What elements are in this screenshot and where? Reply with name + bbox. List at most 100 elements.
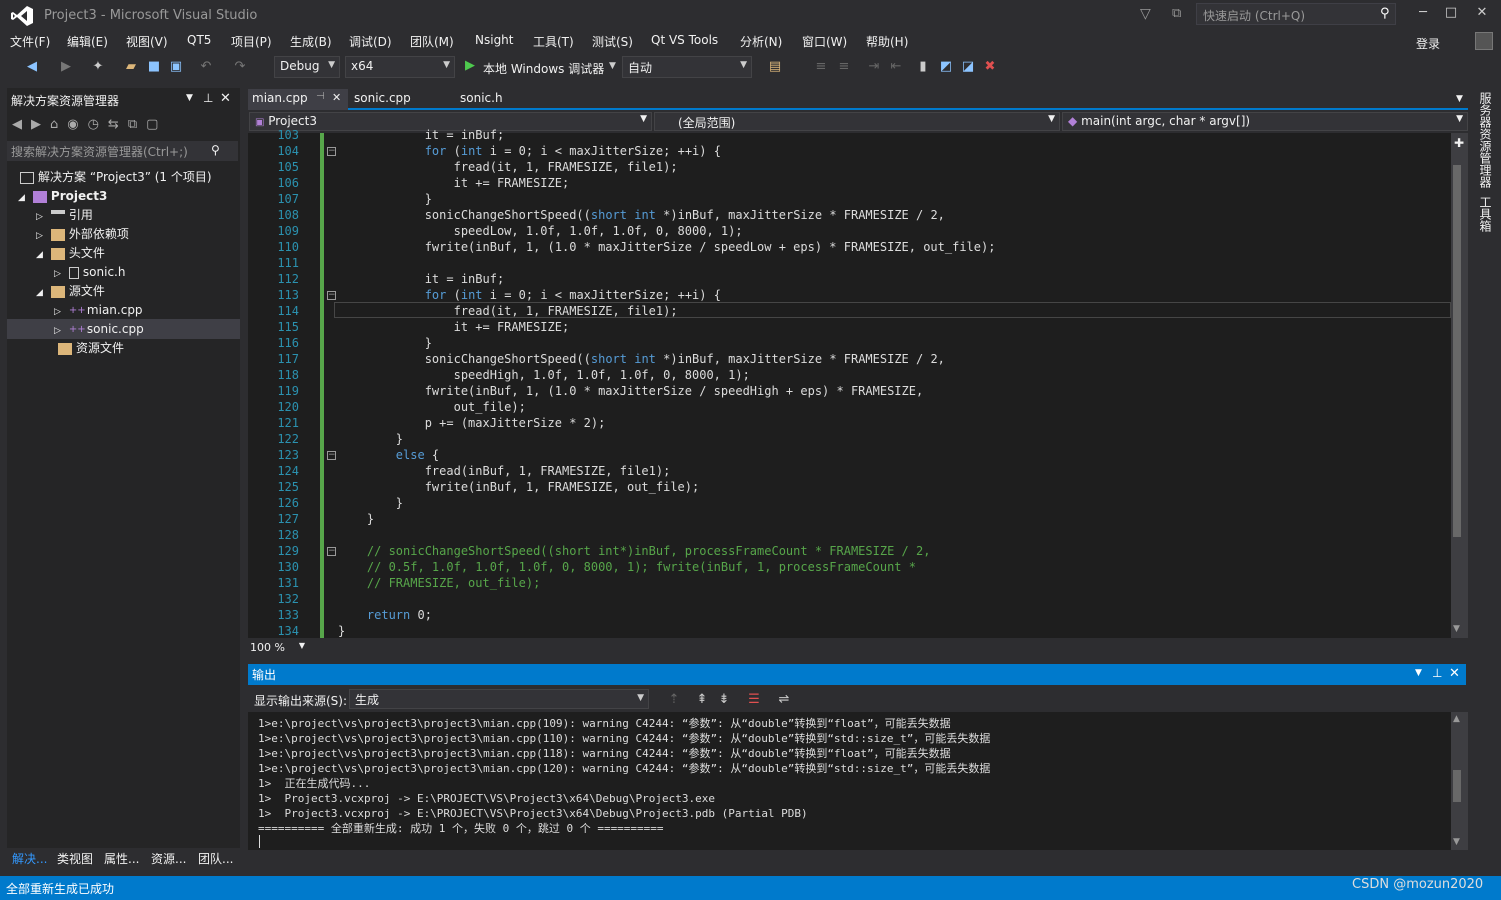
- account-icon[interactable]: [1475, 32, 1493, 50]
- tree-item-sonic-h[interactable]: ▷ sonic.h: [54, 263, 125, 282]
- menu-tools[interactable]: 工具(T): [533, 33, 574, 50]
- solution-search-input[interactable]: 搜索解决方案资源管理器(Ctrl+;): [7, 141, 238, 161]
- menu-test[interactable]: 测试(S): [592, 33, 633, 50]
- pin-icon[interactable]: ⊣: [316, 91, 325, 102]
- comment-icon[interactable]: ≡: [813, 59, 829, 75]
- tab-sonic-h[interactable]: sonic.h: [456, 89, 507, 110]
- pin-icon[interactable]: ⊥: [203, 91, 213, 105]
- next-bookmark-icon[interactable]: ◪: [960, 59, 976, 75]
- menu-debug[interactable]: 调试(D): [349, 33, 392, 50]
- navigate-forward-icon[interactable]: ▶: [58, 59, 74, 75]
- maximize-icon[interactable]: □: [1441, 5, 1461, 23]
- clear-bookmarks-icon[interactable]: ✖: [982, 59, 998, 75]
- menu-nsight[interactable]: Nsight: [475, 33, 514, 47]
- tab-toolbox[interactable]: 工具箱: [1477, 196, 1494, 232]
- search-icon[interactable]: ⚲: [1380, 6, 1390, 21]
- scrollbar-thumb[interactable]: [1453, 165, 1461, 537]
- close-panel-icon[interactable]: ✕: [220, 91, 231, 106]
- uncomment-icon[interactable]: ≡: [836, 59, 852, 75]
- scope-nav-select[interactable]: (全局范围) ▼: [654, 112, 1060, 131]
- fold-toggle-icon[interactable]: −: [327, 291, 336, 300]
- pin-icon[interactable]: ⊥: [1432, 666, 1442, 680]
- start-debug-button[interactable]: 本地 Windows 调试器: [483, 60, 604, 77]
- split-icon[interactable]: ✚: [1454, 136, 1464, 150]
- member-nav-select[interactable]: ◆ main(int argc, char * argv[]) ▼: [1062, 112, 1468, 131]
- solution-configuration-select[interactable]: Debug ▼: [274, 56, 340, 78]
- chevron-down-icon[interactable]: ▼: [186, 93, 193, 103]
- menu-view[interactable]: 视图(V): [126, 33, 168, 50]
- outdent-icon[interactable]: ⇤: [888, 59, 904, 75]
- chevron-down-icon[interactable]: ▼: [609, 61, 616, 71]
- menu-window[interactable]: 窗口(W): [802, 33, 847, 50]
- fold-toggle-icon[interactable]: −: [327, 147, 336, 156]
- tab-overflow-icon[interactable]: ▼: [1456, 94, 1463, 104]
- close-tab-icon[interactable]: ✕: [332, 91, 341, 104]
- tree-item-resource-files[interactable]: 资源文件: [54, 339, 124, 358]
- debug-mode-select[interactable]: 自动 ▼: [622, 56, 752, 78]
- tree-item-header-files[interactable]: ◢ 头文件: [36, 244, 105, 263]
- search-icon[interactable]: ⚲: [211, 143, 220, 157]
- menu-help[interactable]: 帮助(H): [866, 33, 908, 50]
- menu-build[interactable]: 生成(B): [290, 33, 332, 50]
- scroll-up-icon[interactable]: ▲: [1453, 714, 1460, 724]
- menu-qt5[interactable]: QT5: [187, 33, 211, 47]
- tree-item-external-deps[interactable]: ▷ 外部依赖项: [36, 225, 129, 244]
- scroll-down-icon[interactable]: ▼: [1453, 837, 1460, 847]
- new-project-icon[interactable]: ✦: [90, 59, 106, 75]
- tab-resource-view[interactable]: 资源...: [151, 850, 186, 867]
- close-icon[interactable]: ✕: [1472, 5, 1492, 23]
- menu-team[interactable]: 团队(M): [410, 33, 454, 50]
- fold-toggle-icon[interactable]: −: [327, 547, 336, 556]
- find-message-icon[interactable]: ⇡: [666, 692, 682, 708]
- tree-item-solution[interactable]: 解决方案 “Project3” (1 个项目): [20, 168, 212, 187]
- quick-launch-input[interactable]: 快速启动 (Ctrl+Q): [1196, 3, 1396, 25]
- prev-bookmark-icon[interactable]: ◩: [938, 59, 954, 75]
- tab-mian-cpp[interactable]: mian.cpp ⊣ ✕: [248, 89, 348, 110]
- tab-server-explorer[interactable]: 服务器资源管理器: [1477, 92, 1494, 188]
- scroll-down-icon[interactable]: ▼: [1453, 624, 1460, 634]
- undo-icon[interactable]: ↶: [198, 59, 214, 75]
- menu-project[interactable]: 项目(P): [231, 33, 272, 50]
- tree-item-project[interactable]: ◢ Project3: [18, 187, 107, 206]
- redo-icon[interactable]: ↷: [232, 59, 248, 75]
- tab-team-explorer[interactable]: 团队...: [198, 850, 233, 867]
- menu-edit[interactable]: 编辑(E): [67, 33, 108, 50]
- chevron-down-icon[interactable]: ▼: [1415, 668, 1422, 678]
- menu-file[interactable]: 文件(F): [10, 33, 50, 50]
- tab-class-view[interactable]: 类视图: [57, 850, 93, 867]
- zoom-select[interactable]: 100 % ▼: [250, 641, 305, 655]
- code-line: }: [338, 336, 432, 350]
- save-icon[interactable]: ■: [146, 59, 162, 75]
- navigate-back-icon[interactable]: ◀: [24, 59, 40, 75]
- feedback-icon[interactable]: ⧉: [1172, 6, 1181, 21]
- fold-toggle-icon[interactable]: −: [327, 451, 336, 460]
- prev-message-icon[interactable]: ⇞: [694, 692, 710, 708]
- tab-sonic-cpp[interactable]: sonic.cpp: [350, 89, 415, 110]
- tree-item-mian-cpp[interactable]: ▷ ++mian.cpp: [54, 301, 143, 320]
- scrollbar-thumb[interactable]: [1453, 770, 1461, 802]
- tab-solution-explorer[interactable]: 解决...: [12, 850, 47, 867]
- solution-explorer-toolbar[interactable]: ◀▶⌂◉◷⇆⧉▢: [12, 117, 237, 137]
- bookmark-icon[interactable]: ▮: [915, 59, 931, 75]
- find-in-files-icon[interactable]: ▤: [767, 59, 783, 75]
- login-link[interactable]: 登录: [1416, 35, 1440, 52]
- output-source-select[interactable]: 生成 ▼: [349, 689, 649, 709]
- indent-icon[interactable]: ⇥: [866, 59, 882, 75]
- close-panel-icon[interactable]: ✕: [1449, 666, 1460, 681]
- tree-item-source-files[interactable]: ◢ 源文件: [36, 282, 105, 301]
- minimize-icon[interactable]: ─: [1413, 5, 1433, 23]
- solution-platform-select[interactable]: x64 ▼: [345, 56, 455, 78]
- tree-item-sonic-cpp[interactable]: ▷ ++sonic.cpp: [54, 320, 144, 339]
- tab-properties[interactable]: 属性...: [104, 850, 139, 867]
- menu-analyze[interactable]: 分析(N): [740, 33, 782, 50]
- start-debug-icon[interactable]: ▶: [465, 58, 475, 73]
- solution-icon: [20, 171, 34, 184]
- menu-qt-vs-tools[interactable]: Qt VS Tools: [651, 33, 718, 47]
- next-message-icon[interactable]: ⇟: [716, 692, 732, 708]
- word-wrap-icon[interactable]: ⇌: [776, 692, 792, 708]
- tree-item-references[interactable]: ▷ 引用: [36, 206, 93, 225]
- open-file-icon[interactable]: ▰: [123, 59, 139, 75]
- clear-all-icon[interactable]: ☰: [746, 692, 762, 708]
- save-all-icon[interactable]: ▣: [168, 59, 184, 75]
- filter-icon[interactable]: ▽: [1140, 6, 1151, 22]
